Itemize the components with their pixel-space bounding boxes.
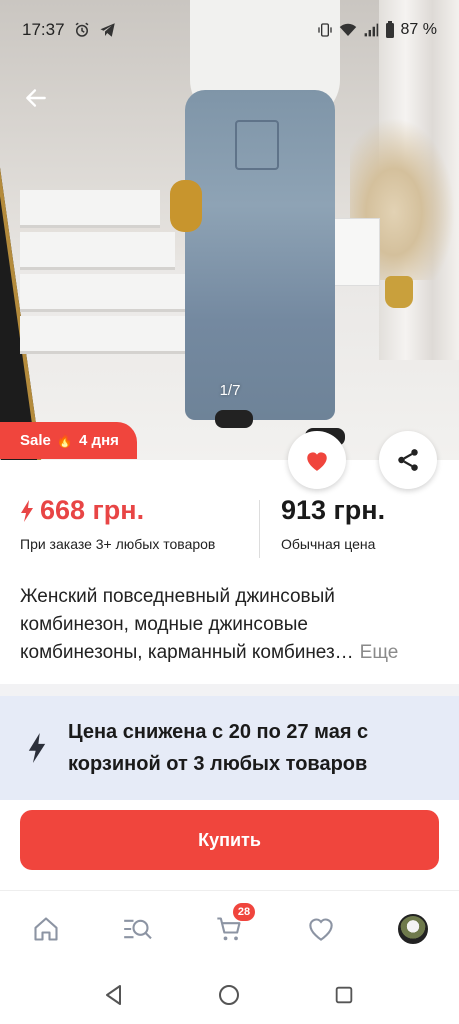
battery-level: 87 %: [400, 21, 437, 38]
tab-favorites[interactable]: [301, 909, 341, 949]
vibrate-icon: [317, 22, 333, 38]
buy-button[interactable]: Купить: [20, 810, 439, 870]
sale-label: Sale: [20, 432, 51, 449]
status-left: 17:37: [22, 20, 117, 40]
back-button[interactable]: [18, 80, 54, 116]
photo-step: [20, 274, 190, 312]
cart-count-badge: 28: [233, 903, 255, 921]
share-button[interactable]: [379, 431, 437, 489]
sale-days: 4 дня: [79, 432, 119, 449]
arrow-left-icon: [26, 89, 46, 107]
wifi-icon: [339, 22, 357, 38]
status-time: 17:37: [22, 20, 65, 39]
product-title-line: комбинезон, модные джинсовые: [20, 614, 308, 635]
regular-price: 913 грн.: [281, 495, 386, 525]
promo-banner: Цена снижена с 20 по 27 мая с корзиной о…: [0, 696, 459, 800]
triangle-back-icon: [106, 985, 121, 1005]
square-recents-icon: [335, 986, 353, 1004]
share-icon: [398, 449, 418, 471]
product-title-line: комбинезоны, карманный комбинез… Еще: [20, 639, 440, 667]
home-icon: [34, 917, 58, 941]
alarm-icon: [73, 21, 91, 39]
photo-step: [20, 232, 175, 270]
catalog-search-icon: [124, 919, 152, 940]
avatar: [398, 914, 428, 944]
tab-home[interactable]: [26, 909, 66, 949]
battery-icon: [385, 21, 395, 39]
sale-price: 668 грн.: [40, 495, 145, 525]
gallery-counter: 1/7: [219, 382, 241, 399]
fire-icon: 🔥: [56, 432, 74, 448]
telegram-icon: [99, 21, 117, 39]
system-navigation-bar: [0, 965, 459, 1024]
sale-badge: Sale 🔥 4 дня: [0, 422, 137, 459]
promo-text: Цена снижена с 20 по 27 мая с корзиной о…: [68, 721, 369, 775]
product-title-line: Женский повседневный джинсовый: [20, 586, 335, 607]
photo-vase: [385, 276, 413, 308]
photo-denim-overall: [185, 90, 335, 420]
photo-bag: [170, 180, 202, 232]
sale-price-block: 668 грн. При заказе 3+ любых товаров: [20, 495, 260, 552]
price-divider: [259, 500, 260, 558]
show-more-link[interactable]: Еще: [360, 639, 399, 667]
product-title-truncated: комбинезоны, карманный комбинез…: [20, 642, 354, 663]
photo-shoe: [215, 410, 253, 428]
bottom-tab-bar: 28: [0, 890, 459, 965]
lightning-icon: [21, 499, 33, 522]
sale-price-note: При заказе 3+ любых товаров: [20, 536, 216, 552]
sale-price-row: 668 грн.: [20, 495, 260, 526]
tab-profile[interactable]: [393, 909, 433, 949]
heart-filled-icon: [307, 452, 327, 471]
circle-home-icon: [219, 985, 239, 1005]
nav-back-button[interactable]: [99, 980, 129, 1010]
status-bar: 17:37 87 %: [0, 0, 459, 60]
price-section: 668 грн. При заказе 3+ любых товаров 913…: [0, 495, 459, 565]
photo-step: [20, 190, 160, 228]
section-separator: [0, 684, 459, 696]
buy-area: Купить: [0, 800, 459, 890]
product-title[interactable]: Женский повседневный джинсовый комбинезо…: [20, 583, 440, 667]
photo-step: [20, 316, 200, 354]
favorite-button[interactable]: [288, 431, 346, 489]
nav-home-button[interactable]: [214, 980, 244, 1010]
status-right: 87 %: [317, 21, 437, 39]
regular-price-note: Обычная цена: [281, 536, 376, 552]
heart-icon: [309, 918, 333, 941]
nav-recents-button[interactable]: [329, 980, 359, 1010]
regular-price-block: 913 грн. Обычная цена: [281, 495, 385, 552]
lightning-icon: [28, 733, 46, 763]
signal-icon: [363, 22, 379, 38]
tab-catalog[interactable]: [117, 909, 157, 949]
tab-cart[interactable]: 28: [209, 903, 255, 949]
